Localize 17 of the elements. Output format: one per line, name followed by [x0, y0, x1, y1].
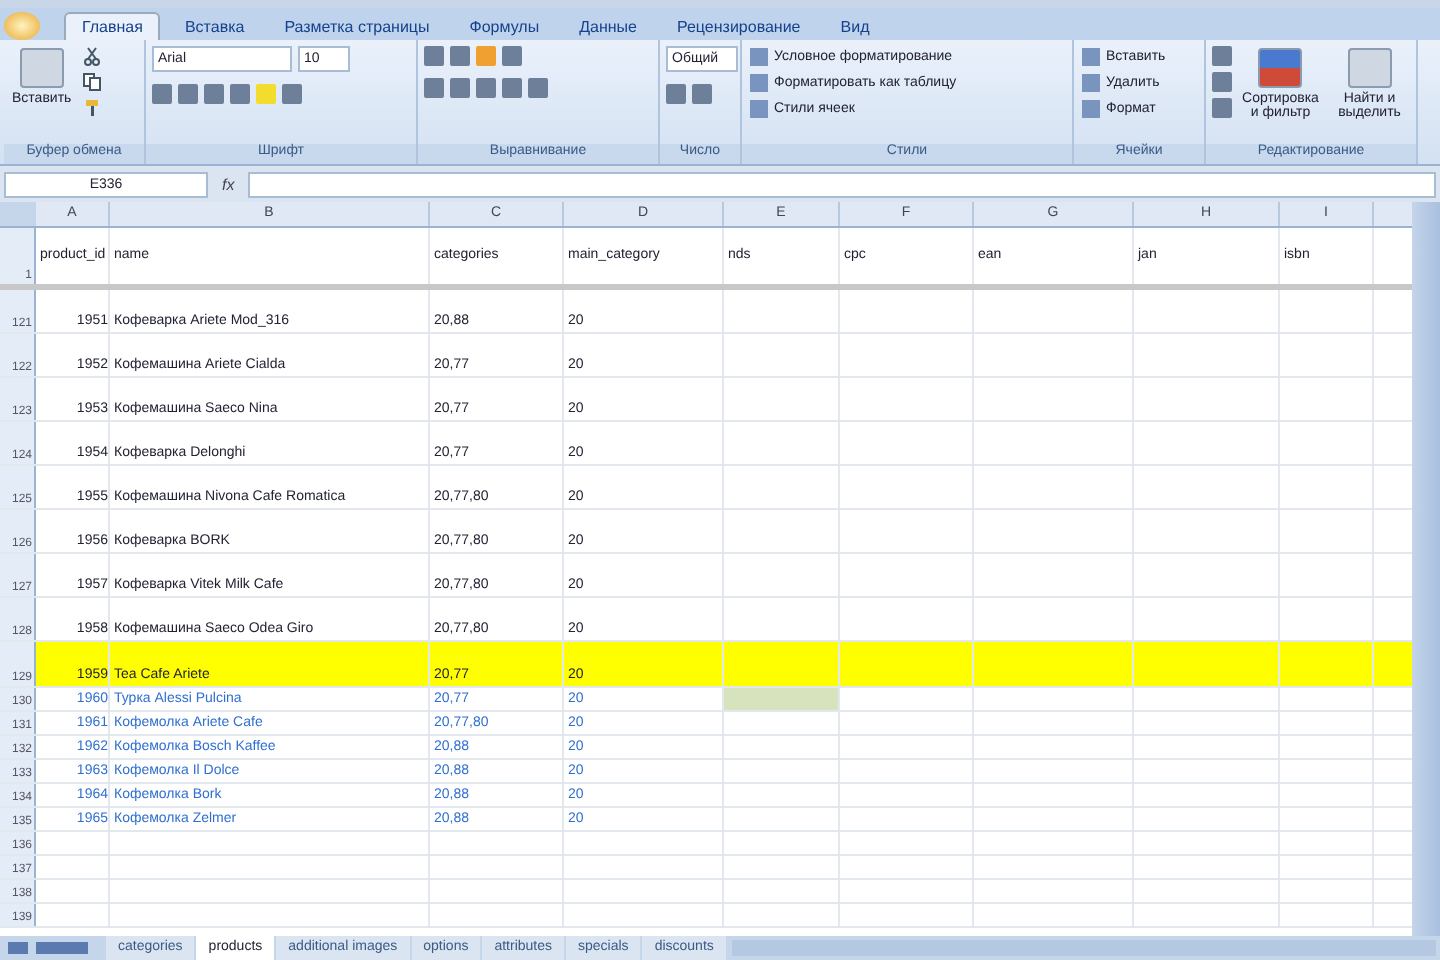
office-button[interactable] [4, 12, 40, 40]
scissors-icon[interactable] [81, 46, 102, 66]
vertical-scrollbar[interactable] [1412, 202, 1440, 936]
ribbon-tab[interactable]: Данные [563, 14, 653, 40]
copy-icon[interactable] [81, 72, 102, 92]
ribbon-tab[interactable]: Формулы [453, 14, 556, 40]
brush-icon[interactable] [81, 98, 102, 118]
ribbon-tab[interactable]: Вставка [168, 14, 261, 40]
select-all-corner[interactable] [0, 202, 36, 226]
ribbon-tab[interactable]: Вид [824, 14, 886, 40]
ribbon-tab[interactable]: Главная [64, 12, 161, 40]
ribbon-tab[interactable]: Разметка страницы [268, 14, 446, 40]
ribbon-tab[interactable]: Рецензирование [660, 14, 817, 40]
formula-field[interactable] [248, 171, 1436, 197]
selected-cell[interactable] [724, 688, 840, 710]
function-button[interactable]: fx [216, 175, 241, 193]
sheet-navigation-icon[interactable] [8, 942, 88, 954]
